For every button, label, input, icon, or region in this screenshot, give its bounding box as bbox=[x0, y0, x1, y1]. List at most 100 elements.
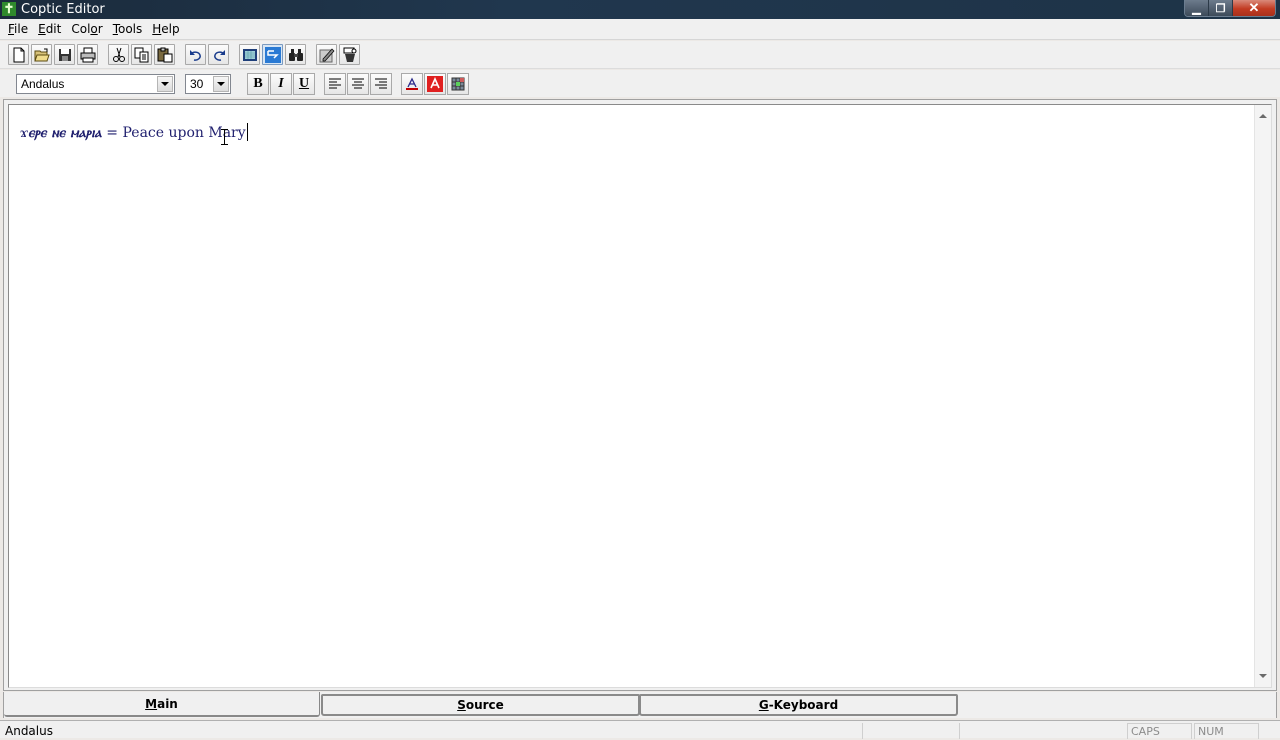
menu-help-mnemonic: H bbox=[152, 22, 162, 36]
menu-edit-label: dit bbox=[45, 22, 62, 36]
close-icon: ✕ bbox=[1248, 0, 1260, 15]
paste-icon bbox=[157, 47, 172, 62]
menu-edit[interactable]: Edit bbox=[33, 19, 66, 39]
coptic-text: ϫⲉⲣⲉ ⲛⲉ ⲙⲁⲣⲓⲁ bbox=[20, 125, 102, 141]
status-pane-3 bbox=[959, 723, 1125, 739]
scissors-icon bbox=[112, 47, 125, 62]
save-disk-icon bbox=[58, 48, 71, 61]
underline-button[interactable]: U bbox=[293, 73, 315, 95]
menu-color-mnemonic: o bbox=[90, 22, 98, 36]
num-indicator: NUM bbox=[1194, 723, 1259, 739]
highlight-color-button[interactable] bbox=[424, 73, 446, 95]
align-center-button[interactable] bbox=[347, 73, 369, 95]
text-color-icon bbox=[406, 77, 418, 90]
scroll-up-icon[interactable] bbox=[1259, 114, 1267, 118]
redo-button[interactable] bbox=[208, 44, 229, 65]
minimize-icon: ▁ bbox=[1192, 2, 1201, 15]
tab-source-label: ource bbox=[465, 698, 504, 712]
font-name-select[interactable]: Andalus bbox=[16, 74, 175, 94]
undo-button[interactable] bbox=[185, 44, 206, 65]
italic-button[interactable]: I bbox=[270, 73, 292, 95]
open-button[interactable] bbox=[31, 44, 52, 65]
pencil-edit-icon bbox=[319, 47, 334, 62]
menu-color-label-a: Col bbox=[71, 22, 91, 36]
font-name-value: Andalus bbox=[21, 77, 65, 91]
vertical-scrollbar[interactable] bbox=[1254, 105, 1271, 687]
minimize-button[interactable]: ▁ bbox=[1185, 0, 1209, 16]
format-toolbar: Andalus 30 B I U bbox=[0, 70, 1280, 97]
menu-file[interactable]: File bbox=[3, 19, 33, 39]
window-controls: ▁ ❐ ✕ bbox=[1184, 0, 1276, 17]
menu-bar: File Edit Color Tools Help bbox=[0, 19, 1280, 40]
maximize-button[interactable]: ❐ bbox=[1209, 0, 1233, 16]
highlight-color-icon bbox=[427, 76, 443, 92]
tab-source[interactable]: Source bbox=[321, 694, 640, 716]
caps-indicator: CAPS bbox=[1127, 723, 1192, 739]
new-document-icon bbox=[13, 47, 24, 62]
tool-button[interactable] bbox=[339, 44, 360, 65]
table-button[interactable] bbox=[447, 73, 469, 95]
tab-g-keyboard-mnemonic: G bbox=[758, 698, 769, 712]
view-button[interactable] bbox=[239, 44, 260, 65]
text-color-button[interactable] bbox=[401, 73, 423, 95]
title-bar: ✝ Coptic Editor ▁ ❐ ✕ bbox=[0, 0, 1280, 19]
status-bar: Andalus CAPS NUM bbox=[0, 720, 1280, 739]
align-right-icon bbox=[375, 78, 387, 89]
tab-main-mnemonic: M bbox=[145, 696, 158, 711]
menu-help-label: elp bbox=[161, 22, 180, 36]
align-left-icon bbox=[329, 78, 341, 89]
align-center-icon bbox=[352, 78, 364, 89]
menu-tools[interactable]: Tools bbox=[108, 19, 148, 39]
menu-file-label: ile bbox=[14, 22, 29, 36]
paste-button[interactable] bbox=[154, 44, 175, 65]
print-button[interactable] bbox=[77, 44, 98, 65]
tab-main[interactable]: Main bbox=[4, 692, 320, 717]
menu-color-label-b: r bbox=[97, 22, 103, 36]
restore-icon: ❐ bbox=[1215, 2, 1226, 15]
chevron-down-icon[interactable] bbox=[213, 76, 229, 92]
align-left-button[interactable] bbox=[324, 73, 346, 95]
status-pane-2 bbox=[862, 723, 958, 739]
color-grid-icon bbox=[451, 77, 465, 91]
text-caret bbox=[246, 123, 248, 141]
copy-icon bbox=[134, 47, 148, 62]
bold-button[interactable]: B bbox=[247, 73, 269, 95]
printer-icon bbox=[80, 47, 95, 62]
align-right-button[interactable] bbox=[370, 73, 392, 95]
document-editor[interactable]: ϫⲉⲣⲉ ⲛⲉ ⲙⲁⲣⲓⲁ = Peace upon Mary bbox=[8, 104, 1272, 688]
ibeam-cursor-icon bbox=[221, 129, 228, 145]
menu-color[interactable]: Color bbox=[66, 19, 107, 39]
tab-main-label: ain bbox=[157, 696, 178, 711]
redo-icon bbox=[213, 49, 225, 61]
binoculars-icon bbox=[288, 48, 303, 61]
copy-button[interactable] bbox=[131, 44, 152, 65]
wizard-icon bbox=[343, 47, 356, 62]
tab-g-keyboard-label: -Keyboard bbox=[768, 698, 839, 712]
window-title: Coptic Editor bbox=[21, 2, 105, 17]
status-font: Andalus bbox=[5, 724, 53, 738]
view-tabs: Main Source G -Keyboard bbox=[3, 692, 1277, 718]
undo-icon bbox=[189, 49, 201, 61]
editor-frame: ϫⲉⲣⲉ ⲛⲉ ⲙⲁⲣⲓⲁ = Peace upon Mary bbox=[3, 99, 1277, 691]
cut-button[interactable] bbox=[108, 44, 129, 65]
font-size-value: 30 bbox=[190, 77, 204, 91]
new-button[interactable] bbox=[8, 44, 29, 65]
tab-g-keyboard[interactable]: G -Keyboard bbox=[639, 694, 958, 716]
tab-source-mnemonic: S bbox=[457, 698, 466, 712]
scroll-down-icon[interactable] bbox=[1259, 674, 1267, 678]
chevron-down-icon[interactable] bbox=[157, 76, 173, 92]
menu-help[interactable]: Help bbox=[147, 19, 184, 39]
main-toolbar bbox=[0, 41, 1280, 69]
window-icon bbox=[242, 48, 257, 61]
menu-edit-mnemonic: E bbox=[38, 22, 46, 36]
open-folder-icon bbox=[33, 48, 50, 61]
save-button[interactable] bbox=[54, 44, 75, 65]
document-text[interactable]: ϫⲉⲣⲉ ⲛⲉ ⲙⲁⲣⲓⲁ = Peace upon Mary bbox=[20, 123, 248, 142]
font-size-select[interactable]: 30 bbox=[185, 74, 231, 94]
close-button[interactable]: ✕ bbox=[1233, 0, 1275, 16]
keyboard-mode-button[interactable] bbox=[262, 44, 283, 65]
keyboard-mode-icon bbox=[264, 46, 281, 63]
edit-image-button[interactable] bbox=[316, 44, 337, 65]
coptic-cross-icon: ✝ bbox=[2, 1, 16, 16]
find-button[interactable] bbox=[285, 44, 306, 65]
